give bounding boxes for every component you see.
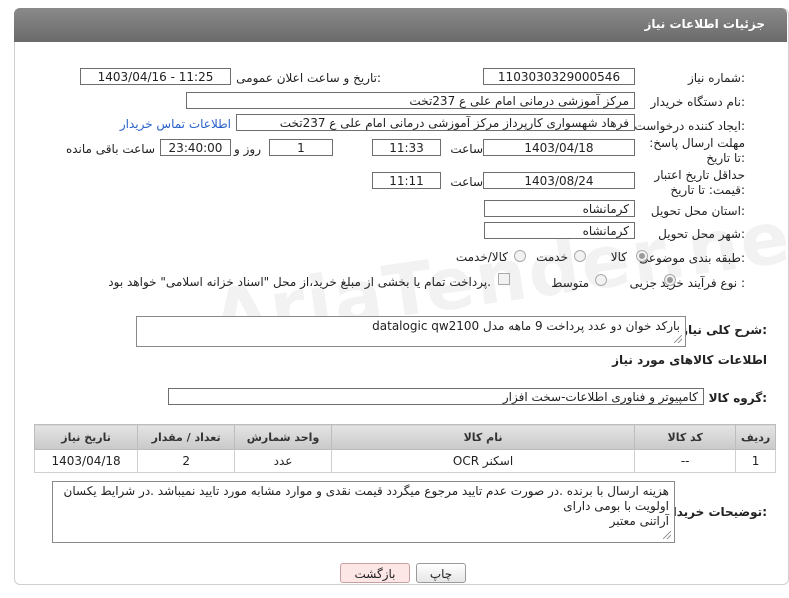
reply-time-field: 11:33 bbox=[372, 139, 441, 156]
announce-label: تاریخ و ساعت اعلان عمومی: bbox=[236, 71, 381, 85]
col-header-item-code: کد کالا bbox=[634, 424, 737, 450]
category-option-service: خدمت bbox=[536, 250, 568, 264]
goods-group-label: گروه کالا: bbox=[708, 391, 767, 405]
cell-quantity: 2 bbox=[137, 449, 236, 473]
back-button[interactable]: بازگشت bbox=[340, 563, 410, 583]
col-header-need-date: تاریخ نیاز bbox=[33, 424, 139, 450]
treasury-payment-text: پرداخت تمام یا بخشی از مبلغ خرید،از محل … bbox=[108, 275, 491, 289]
table-header-row: ردیف کد کالا نام کالا واحد شمارش تعداد /… bbox=[33, 424, 776, 450]
process-option-medium: متوسط bbox=[551, 276, 589, 290]
reply-time-label: ساعت bbox=[450, 142, 483, 156]
col-header-unit: واحد شمارش bbox=[234, 424, 332, 450]
buyer-notes-line-3: آراتنی معتبر bbox=[609, 514, 669, 528]
cell-item-name: اسکنر OCR bbox=[330, 449, 636, 473]
category-radio-service[interactable] bbox=[574, 250, 586, 262]
description-textarea[interactable]: بارکد خوان دو عدد پرداخت 9 ماهه مدل data… bbox=[136, 316, 686, 347]
reply-date-field: 1403/04/18 bbox=[483, 139, 635, 156]
contact-info-link[interactable]: اطلاعات تماس خریدار bbox=[120, 117, 231, 131]
page-title: جزئیات اطلاعات نیاز bbox=[644, 17, 765, 31]
col-header-item-name: نام کالا bbox=[330, 424, 636, 450]
goods-group-field: کامپیوتر و فناوری اطلاعات-سخت افزار bbox=[168, 388, 704, 405]
price-validity-label: حداقل تاریخ اعتبار قیمت: تا تاریخ: bbox=[654, 168, 745, 197]
goods-section-title: اطلاعات کالاهای مورد نیاز bbox=[612, 353, 767, 367]
buyer-notes-label: توضیحات خریدار: bbox=[665, 505, 767, 519]
treasury-payment-checkbox[interactable] bbox=[498, 273, 510, 285]
resize-handle-icon[interactable] bbox=[674, 335, 682, 343]
process-option-minor: جزیی bbox=[629, 276, 657, 290]
category-radio-both[interactable] bbox=[514, 250, 526, 262]
cell-unit: عدد bbox=[234, 449, 332, 473]
category-option-both: کالا/خدمت bbox=[455, 250, 508, 264]
cell-item-code: -- bbox=[634, 449, 737, 473]
process-radio-medium[interactable] bbox=[595, 274, 607, 286]
announce-field: 1403/04/16 - 11:25 bbox=[80, 68, 231, 85]
reply-deadline-label: مهلت ارسال پاسخ: تا تاریخ: bbox=[649, 136, 745, 165]
days-label: روز و bbox=[234, 142, 261, 156]
buyer-notes-textarea[interactable]: هزینه ارسال با برنده .در صورت عدم تایید … bbox=[52, 481, 675, 543]
category-option-goods: کالا bbox=[610, 250, 627, 264]
price-date-field: 1403/08/24 bbox=[483, 172, 635, 189]
category-radio-goods[interactable] bbox=[636, 250, 648, 262]
description-label: شرح کلی نیاز: bbox=[681, 323, 767, 337]
col-header-quantity: تعداد / مقدار bbox=[137, 424, 236, 450]
need-number-label: شماره نیاز: bbox=[687, 71, 745, 85]
need-number-field: 1103030329000546 bbox=[483, 68, 635, 85]
creator-field: فرهاد شهسواری کارپرداز مرکز آموزشی درمان… bbox=[236, 114, 635, 131]
remaining-label: ساعت باقی مانده bbox=[65, 142, 155, 156]
process-radio-minor[interactable] bbox=[664, 274, 676, 286]
resize-handle-icon[interactable] bbox=[663, 531, 671, 539]
city-field: کرمانشاه bbox=[484, 222, 635, 239]
province-label: استان محل تحویل: bbox=[650, 204, 745, 218]
price-time-label: ساعت bbox=[450, 175, 483, 189]
remaining-days-field: 1 bbox=[269, 139, 333, 156]
panel-header: جزئیات اطلاعات نیاز bbox=[14, 8, 787, 42]
province-field: کرمانشاه bbox=[484, 200, 635, 217]
cell-row-number: 1 bbox=[735, 449, 776, 473]
buyer-notes-line-1: هزینه ارسال با برنده .در صورت عدم تایید … bbox=[63, 484, 669, 498]
city-label: شهر محل تحویل: bbox=[658, 227, 745, 241]
category-label: طبقه بندی موضوعی: bbox=[638, 251, 745, 265]
print-button[interactable]: چاپ bbox=[416, 563, 466, 583]
remaining-time-field: 23:40:00 bbox=[160, 139, 231, 156]
cell-need-date: 1403/04/18 bbox=[33, 449, 139, 473]
buyer-org-label: نام دستگاه خریدار: bbox=[650, 95, 746, 109]
price-time-field: 11:11 bbox=[372, 172, 441, 189]
goods-table: ردیف کد کالا نام کالا واحد شمارش تعداد /… bbox=[33, 424, 776, 473]
col-header-row-number: ردیف bbox=[735, 424, 776, 450]
buyer-notes-line-2: اولویت با بومی دارای bbox=[563, 499, 669, 513]
buyer-org-field: مرکز آموزشی درمانی امام علی ع 237تخت bbox=[186, 92, 635, 109]
creator-label: ایجاد کننده درخواست: bbox=[634, 119, 745, 133]
description-text: بارکد خوان دو عدد پرداخت 9 ماهه مدل data… bbox=[372, 319, 680, 333]
table-row: 1 -- اسکنر OCR عدد 2 1403/04/18 bbox=[33, 449, 776, 473]
